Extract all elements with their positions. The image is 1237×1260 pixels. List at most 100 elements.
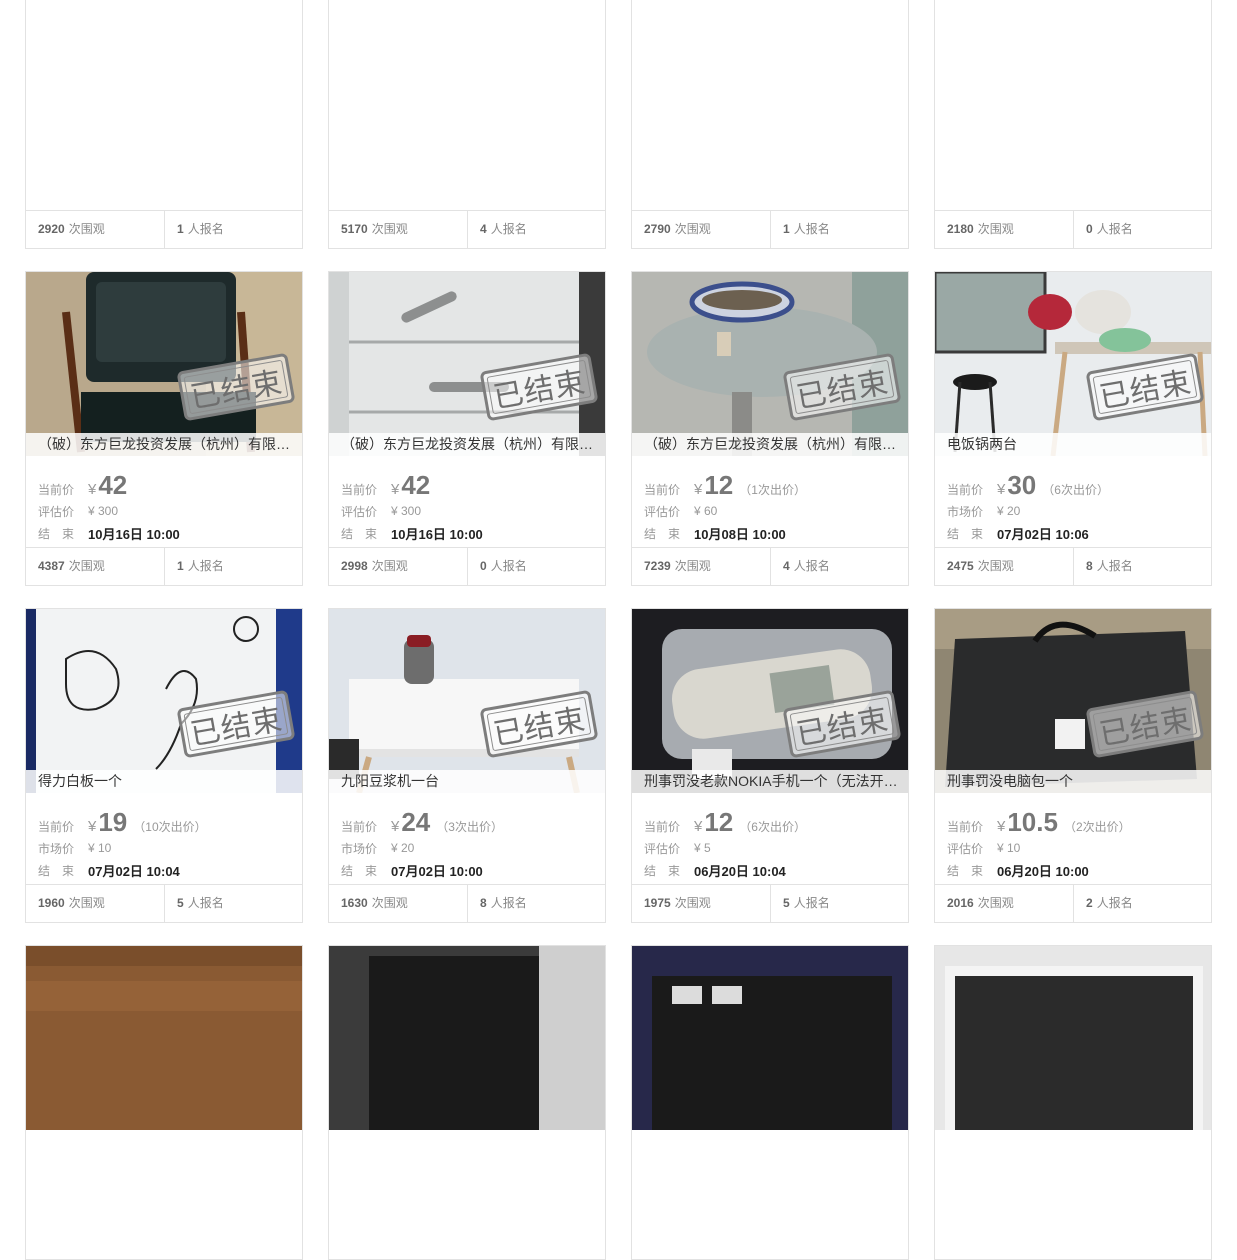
currency-symbol: ¥ xyxy=(88,818,97,835)
current-price-label: 当前价 xyxy=(644,820,681,834)
end-time-row: 结 束 10月16日 10:00 xyxy=(38,522,298,544)
bid-count: （2次出价） xyxy=(1063,820,1131,834)
end-time: 07月02日 10:06 xyxy=(997,526,1089,542)
auction-card[interactable]: 2920 次围观 1 人报名 xyxy=(25,0,303,249)
views-count: 2475 xyxy=(947,559,974,573)
current-price: 12 xyxy=(704,807,734,837)
current-price: 42 xyxy=(401,470,431,500)
reference-price: ¥ 20 xyxy=(391,841,415,855)
signups-suffix: 人报名 xyxy=(793,896,830,910)
signups-suffix: 人报名 xyxy=(187,559,224,573)
item-photo[interactable]: 已结束 九阳豆浆机一台 xyxy=(329,609,605,793)
current-price-row: 当前价 ¥ 42 xyxy=(38,468,298,500)
item-photo[interactable]: 已结束 （破）东方巨龙投资发展（杭州）有限公司资产一批（2） xyxy=(329,272,605,456)
auction-card[interactable]: 已结束 （破）东方巨龙投资发展（杭州）有限公司资产一批（3） 当前价 ¥ 12 （… xyxy=(631,271,909,586)
item-title[interactable]: 刑事罚没电脑包一个 xyxy=(935,770,1211,793)
item-photo[interactable] xyxy=(329,946,605,1130)
auction-card[interactable] xyxy=(25,945,303,1260)
end-time-label: 结 束 xyxy=(947,526,984,541)
auction-card[interactable]: 2790 次围观 1 人报名 xyxy=(631,0,909,249)
auction-card[interactable]: 5170 次围观 4 人报名 xyxy=(328,0,606,249)
auction-card[interactable]: 已结束 （破）东方巨龙投资发展（杭州）有限公司资产一批（2） 当前价 ¥ 42 … xyxy=(328,271,606,586)
reference-price-label: 市场价 xyxy=(341,841,378,856)
item-photo[interactable] xyxy=(26,946,302,1130)
bid-count: （6次出价） xyxy=(739,820,806,834)
signups-count: 5 xyxy=(177,896,184,910)
reference-price: ¥ 300 xyxy=(88,504,119,518)
item-info: 当前价 ¥ 10.5 （2次出价） 评估价 ¥ 10 结 束 06月20日 10:… xyxy=(947,805,1207,881)
signups-count: 2 xyxy=(1086,896,1093,910)
item-title[interactable]: 刑事罚没老款NOKIA手机一个（无法开机） xyxy=(632,770,908,793)
current-price: 30 xyxy=(1007,470,1037,500)
reference-price-label: 评估价 xyxy=(644,504,681,519)
card-stats: 2790 次围观 1 人报名 xyxy=(632,210,908,248)
bid-count: （10次出价） xyxy=(133,820,207,834)
views-count: 5170 xyxy=(341,222,368,236)
item-photo[interactable]: 已结束 刑事罚没电脑包一个 xyxy=(935,609,1211,793)
auction-card[interactable]: 已结束 得力白板一个 当前价 ¥ 19 （10次出价） 市场价 ¥ 10 结 束 … xyxy=(25,608,303,923)
end-time-row: 结 束 06月20日 10:04 xyxy=(644,859,904,881)
currency-symbol: ¥ xyxy=(997,818,1006,835)
views-suffix: 次围观 xyxy=(977,559,1014,573)
signups-suffix: 人报名 xyxy=(1096,559,1133,573)
views-count: 2790 xyxy=(644,222,671,236)
signups-count: 1 xyxy=(177,559,184,573)
reference-price-row: 市场价 ¥ 20 xyxy=(947,500,1207,522)
end-time-row: 结 束 07月02日 10:04 xyxy=(38,859,298,881)
card-stats: 5170 次围观 4 人报名 xyxy=(329,210,605,248)
item-photo[interactable]: 已结束 得力白板一个 xyxy=(26,609,302,793)
card-stats: 7239 次围观 4 人报名 xyxy=(632,547,908,585)
bid-count: （3次出价） xyxy=(436,820,503,834)
current-price-label: 当前价 xyxy=(947,483,984,497)
card-stats: 1975 次围观 5 人报名 xyxy=(632,884,908,922)
auction-card[interactable]: 已结束 （破）东方巨龙投资发展（杭州）有限公司资产一批（1） 当前价 ¥ 42 … xyxy=(25,271,303,586)
item-photo[interactable] xyxy=(935,946,1211,1130)
auction-card[interactable] xyxy=(934,945,1212,1260)
item-info: 当前价 ¥ 42 评估价 ¥ 300 结 束 10月16日 10:00 xyxy=(341,468,601,544)
auction-card[interactable]: 已结束 刑事罚没老款NOKIA手机一个（无法开机） 当前价 ¥ 12 （6次出价）… xyxy=(631,608,909,923)
currency-symbol: ¥ xyxy=(997,481,1006,498)
end-time-label: 结 束 xyxy=(644,863,681,878)
reference-price-row: 评估价 ¥ 10 xyxy=(947,837,1207,859)
signups-suffix: 人报名 xyxy=(187,222,224,236)
item-title[interactable]: 九阳豆浆机一台 xyxy=(329,770,605,793)
item-info: 当前价 ¥ 24 （3次出价） 市场价 ¥ 20 结 束 07月02日 10:00 xyxy=(341,805,601,881)
item-photo[interactable]: 已结束 电饭锅两台 xyxy=(935,272,1211,456)
reference-price: ¥ 300 xyxy=(391,504,422,518)
card-stats: 2016 次围观 2 人报名 xyxy=(935,884,1211,922)
item-photo[interactable]: 已结束 （破）东方巨龙投资发展（杭州）有限公司资产一批（1） xyxy=(26,272,302,456)
current-price-row: 当前价 ¥ 19 （10次出价） xyxy=(38,805,298,837)
current-price-label: 当前价 xyxy=(947,820,984,834)
item-photo[interactable]: 已结束 刑事罚没老款NOKIA手机一个（无法开机） xyxy=(632,609,908,793)
current-price-row: 当前价 ¥ 42 xyxy=(341,468,601,500)
current-price-row: 当前价 ¥ 10.5 （2次出价） xyxy=(947,805,1207,837)
item-title[interactable]: （破）东方巨龙投资发展（杭州）有限公司资产一批（2） xyxy=(329,433,605,456)
auction-card[interactable]: 已结束 电饭锅两台 当前价 ¥ 30 （6次出价） 市场价 ¥ 20 结 束 07… xyxy=(934,271,1212,586)
auction-card[interactable]: 已结束 刑事罚没电脑包一个 当前价 ¥ 10.5 （2次出价） 评估价 ¥ 10 … xyxy=(934,608,1212,923)
auction-card[interactable]: 已结束 九阳豆浆机一台 当前价 ¥ 24 （3次出价） 市场价 ¥ 20 结 束 … xyxy=(328,608,606,923)
reference-price-label: 评估价 xyxy=(947,841,984,856)
views-suffix: 次围观 xyxy=(674,896,711,910)
views-suffix: 次围观 xyxy=(68,896,105,910)
reference-price-label: 评估价 xyxy=(38,504,75,519)
item-info: 当前价 ¥ 42 评估价 ¥ 300 结 束 10月16日 10:00 xyxy=(38,468,298,544)
end-time: 06月20日 10:00 xyxy=(997,863,1089,879)
item-photo[interactable]: 已结束 （破）东方巨龙投资发展（杭州）有限公司资产一批（3） xyxy=(632,272,908,456)
end-time: 07月02日 10:04 xyxy=(88,863,180,879)
signups-suffix: 人报名 xyxy=(490,222,527,236)
auction-card[interactable] xyxy=(328,945,606,1260)
reference-price: ¥ 10 xyxy=(88,841,112,855)
item-title[interactable]: 电饭锅两台 xyxy=(935,433,1211,456)
current-price: 24 xyxy=(401,807,431,837)
auction-card[interactable] xyxy=(631,945,909,1260)
item-title[interactable]: （破）东方巨龙投资发展（杭州）有限公司资产一批（3） xyxy=(632,433,908,456)
signups-suffix: 人报名 xyxy=(1096,222,1133,236)
views-suffix: 次围观 xyxy=(674,222,711,236)
item-photo[interactable] xyxy=(632,946,908,1130)
reference-price: ¥ 60 xyxy=(694,504,718,518)
item-title[interactable]: （破）东方巨龙投资发展（杭州）有限公司资产一批（1） xyxy=(26,433,302,456)
auction-card[interactable]: 2180 次围观 0 人报名 xyxy=(934,0,1212,249)
views-count: 1630 xyxy=(341,896,368,910)
item-title[interactable]: 得力白板一个 xyxy=(26,770,302,793)
reference-price-row: 评估价 ¥ 300 xyxy=(341,500,601,522)
